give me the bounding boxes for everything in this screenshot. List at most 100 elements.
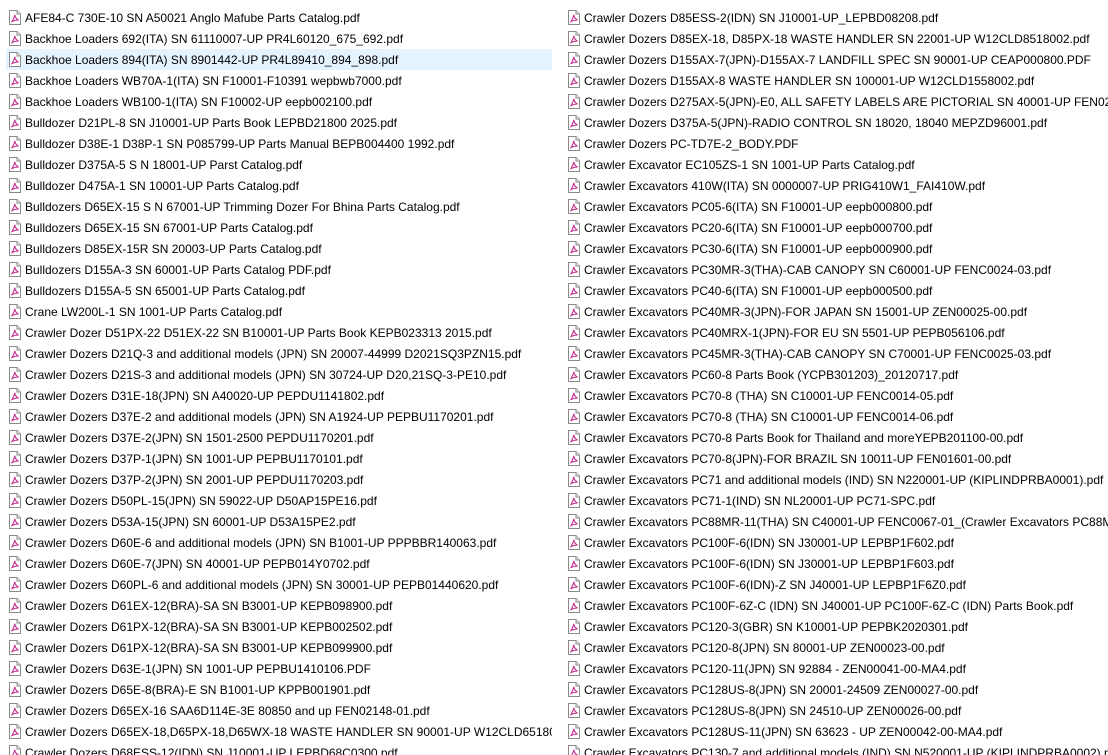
file-item[interactable]: Crawler Excavators PC100F-6(IDN) SN J300…: [565, 532, 1108, 553]
file-item[interactable]: Crawler Excavators PC70-8(JPN)-FOR BRAZI…: [565, 448, 1108, 469]
file-item[interactable]: Crawler Excavators PC45MR-3(THA)-CAB CAN…: [565, 343, 1108, 364]
file-item[interactable]: Crane LW200L-1 SN 1001-UP Parts Catalog.…: [6, 301, 552, 322]
file-name: Crawler Excavators PC88MR-11(THA) SN C40…: [584, 514, 1108, 529]
file-item[interactable]: Crawler Excavators 410W(ITA) SN 0000007-…: [565, 175, 1108, 196]
file-item[interactable]: Bulldozers D65EX-15 S N 67001-UP Trimmin…: [6, 196, 552, 217]
file-item[interactable]: Crawler Excavators PC40MRX-1(JPN)-FOR EU…: [565, 322, 1108, 343]
file-item[interactable]: Crawler Dozers D275AX-5(JPN)-E0, ALL SAF…: [565, 91, 1108, 112]
pdf-file-icon: [568, 73, 580, 88]
file-item[interactable]: Crawler Dozers D37E-2(JPN) SN 1501-2500 …: [6, 427, 552, 448]
file-name: Crawler Dozers D275AX-5(JPN)-E0, ALL SAF…: [584, 94, 1108, 109]
file-item[interactable]: Crawler Excavator EC105ZS-1 SN 1001-UP P…: [565, 154, 1108, 175]
file-item[interactable]: Crawler Excavators PC30-6(ITA) SN F10001…: [565, 238, 1108, 259]
file-item[interactable]: Crawler Excavators PC71-1(IND) SN NL2000…: [565, 490, 1108, 511]
file-item[interactable]: Crawler Dozers D375A-5(JPN)-RADIO CONTRO…: [565, 112, 1108, 133]
file-item[interactable]: Crawler Excavators PC100F-6(IDN) SN J300…: [565, 553, 1108, 574]
file-item[interactable]: Crawler Excavators PC30MR-3(THA)-CAB CAN…: [565, 259, 1108, 280]
file-item[interactable]: Crawler Excavators PC128US-8(JPN) SN 200…: [565, 679, 1108, 700]
file-item[interactable]: Bulldozers D65EX-15 SN 67001-UP Parts Ca…: [6, 217, 552, 238]
file-item[interactable]: Crawler Dozers D37P-1(JPN) SN 1001-UP PE…: [6, 448, 552, 469]
file-item[interactable]: Crawler Dozers D21S-3 and additional mod…: [6, 364, 552, 385]
file-item[interactable]: Crawler Excavators PC60-8 Parts Book (YC…: [565, 364, 1108, 385]
file-item[interactable]: Crawler Excavators PC88MR-11(THA) SN C40…: [565, 511, 1108, 532]
file-item[interactable]: Crawler Dozers D68ESS-12(IDN) SN J10001-…: [6, 742, 552, 755]
file-item[interactable]: Bulldozers D85EX-15R SN 20003-UP Parts C…: [6, 238, 552, 259]
file-item[interactable]: AFE84-C 730E-10 SN A50021 Anglo Mafube P…: [6, 7, 552, 28]
file-item[interactable]: Backhoe Loaders 894(ITA) SN 8901442-UP P…: [6, 49, 552, 70]
file-item[interactable]: Crawler Excavators PC71 and additional m…: [565, 469, 1108, 490]
file-item[interactable]: Crawler Dozers D61PX-12(BRA)-SA SN B3001…: [6, 637, 552, 658]
file-item[interactable]: Crawler Excavators PC40-6(ITA) SN F10001…: [565, 280, 1108, 301]
file-item[interactable]: Crawler Dozers D155AX-8 WASTE HANDLER SN…: [565, 70, 1108, 91]
pdf-file-icon: [9, 493, 21, 508]
file-item[interactable]: Crawler Dozers D85ESS-2(IDN) SN J10001-U…: [565, 7, 1108, 28]
pdf-file-icon: [568, 577, 580, 592]
file-list-view: AFE84-C 730E-10 SN A50021 Anglo Mafube P…: [0, 0, 1108, 755]
pdf-file-icon: [9, 661, 21, 676]
file-item[interactable]: Bulldozer D475A-1 SN 10001-UP Parts Cata…: [6, 175, 552, 196]
file-column-right: Crawler Dozers D85ESS-2(IDN) SN J10001-U…: [565, 7, 1108, 755]
file-item[interactable]: Bulldozers D155A-3 SN 60001-UP Parts Cat…: [6, 259, 552, 280]
file-item[interactable]: Crawler Dozers D61PX-12(BRA)-SA SN B3001…: [6, 616, 552, 637]
file-name: Crawler Excavators PC128US-11(JPN) SN 63…: [584, 724, 1003, 739]
file-name: Crane LW200L-1 SN 1001-UP Parts Catalog.…: [25, 304, 283, 319]
file-name: Crawler Dozers D61PX-12(BRA)-SA SN B3001…: [25, 619, 393, 634]
file-item[interactable]: Crawler Excavators PC40MR-3(JPN)-FOR JAP…: [565, 301, 1108, 322]
file-item[interactable]: Bulldozer D21PL-8 SN J10001-UP Parts Boo…: [6, 112, 552, 133]
file-item[interactable]: Crawler Excavators PC120-3(GBR) SN K1000…: [565, 616, 1108, 637]
file-item[interactable]: Bulldozers D155A-5 SN 65001-UP Parts Cat…: [6, 280, 552, 301]
file-name: Crawler Dozers D68ESS-12(IDN) SN J10001-…: [25, 745, 398, 755]
file-item[interactable]: Crawler Dozers D61EX-12(BRA)-SA SN B3001…: [6, 595, 552, 616]
file-item[interactable]: Crawler Excavators PC20-6(ITA) SN F10001…: [565, 217, 1108, 238]
file-name: Crawler Excavators PC128US-8(JPN) SN 200…: [584, 682, 979, 697]
pdf-file-icon: [9, 745, 21, 755]
file-item[interactable]: Crawler Dozers D65EX-16 SAA6D114E-3E 808…: [6, 700, 552, 721]
pdf-file-icon: [568, 493, 580, 508]
file-item[interactable]: Crawler Dozers D85EX-18, D85PX-18 WASTE …: [565, 28, 1108, 49]
file-item[interactable]: Crawler Dozers D60PL-6 and additional mo…: [6, 574, 552, 595]
file-name: Crawler Dozers D65EX-16 SAA6D114E-3E 808…: [25, 703, 430, 718]
file-item[interactable]: Crawler Excavators PC100F-6(IDN)-Z SN J4…: [565, 574, 1108, 595]
file-name: Crawler Dozers D37P-1(JPN) SN 1001-UP PE…: [25, 451, 363, 466]
file-item[interactable]: Crawler Excavators PC128US-11(JPN) SN 63…: [565, 721, 1108, 742]
file-item[interactable]: Crawler Excavators PC70-8 (THA) SN C1000…: [565, 406, 1108, 427]
pdf-file-icon: [9, 640, 21, 655]
file-item[interactable]: Backhoe Loaders 692(ITA) SN 61110007-UP …: [6, 28, 552, 49]
pdf-file-icon: [9, 241, 21, 256]
file-item[interactable]: Crawler Excavators PC120-8(JPN) SN 80001…: [565, 637, 1108, 658]
file-name: Crawler Excavators PC60-8 Parts Book (YC…: [584, 367, 959, 382]
file-item[interactable]: Crawler Excavators PC70-8 Parts Book for…: [565, 427, 1108, 448]
file-item[interactable]: Crawler Dozers D53A-15(JPN) SN 60001-UP …: [6, 511, 552, 532]
file-item[interactable]: Crawler Dozers D31E-18(JPN) SN A40020-UP…: [6, 385, 552, 406]
file-name: Crawler Dozers D21S-3 and additional mod…: [25, 367, 507, 382]
file-item[interactable]: Crawler Dozers D65EX-18,D65PX-18,D65WX-1…: [6, 721, 552, 742]
file-item[interactable]: Crawler Excavators PC70-8 (THA) SN C1000…: [565, 385, 1108, 406]
file-item[interactable]: Crawler Dozers D50PL-15(JPN) SN 59022-UP…: [6, 490, 552, 511]
file-name: Backhoe Loaders 692(ITA) SN 61110007-UP …: [25, 31, 404, 46]
pdf-file-icon: [9, 52, 21, 67]
file-name: Crawler Excavators 410W(ITA) SN 0000007-…: [584, 178, 986, 193]
file-item[interactable]: Crawler Dozers D37P-2(JPN) SN 2001-UP PE…: [6, 469, 552, 490]
file-item[interactable]: Bulldozer D38E-1 D38P-1 SN P085799-UP Pa…: [6, 133, 552, 154]
pdf-file-icon: [568, 94, 580, 109]
file-item[interactable]: Crawler Excavators PC128US-8(JPN) SN 245…: [565, 700, 1108, 721]
file-item[interactable]: Crawler Excavators PC130-7 and additiona…: [565, 742, 1108, 755]
file-item[interactable]: Crawler Dozer D51PX-22 D51EX-22 SN B1000…: [6, 322, 552, 343]
file-item[interactable]: Crawler Excavators PC05-6(ITA) SN F10001…: [565, 196, 1108, 217]
file-item[interactable]: Crawler Dozers D65E-8(BRA)-E SN B1001-UP…: [6, 679, 552, 700]
file-item[interactable]: Bulldozer D375A-5 S N 18001-UP Parst Cat…: [6, 154, 552, 175]
file-item[interactable]: Crawler Dozers PC-TD7E-2_BODY.PDF: [565, 133, 1108, 154]
file-item[interactable]: Crawler Dozers D63E-1(JPN) SN 1001-UP PE…: [6, 658, 552, 679]
file-item[interactable]: Crawler Dozers D21Q-3 and additional mod…: [6, 343, 552, 364]
file-item[interactable]: Crawler Excavators PC120-11(JPN) SN 9288…: [565, 658, 1108, 679]
file-item[interactable]: Crawler Dozers D60E-7(JPN) SN 40001-UP P…: [6, 553, 552, 574]
file-item[interactable]: Crawler Dozers D37E-2 and additional mod…: [6, 406, 552, 427]
file-item[interactable]: Backhoe Loaders WB100-1(ITA) SN F10002-U…: [6, 91, 552, 112]
file-item[interactable]: Crawler Dozers D155AX-7(JPN)-D155AX-7 LA…: [565, 49, 1108, 70]
file-name: Crawler Dozers PC-TD7E-2_BODY.PDF: [584, 136, 799, 151]
file-item[interactable]: Backhoe Loaders WB70A-1(ITA) SN F10001-F…: [6, 70, 552, 91]
file-item[interactable]: Crawler Dozers D60E-6 and additional mod…: [6, 532, 552, 553]
pdf-file-icon: [568, 388, 580, 403]
file-name: Crawler Excavators PC130-7 and additiona…: [584, 745, 1108, 755]
file-item[interactable]: Crawler Excavators PC100F-6Z-C (IDN) SN …: [565, 595, 1108, 616]
